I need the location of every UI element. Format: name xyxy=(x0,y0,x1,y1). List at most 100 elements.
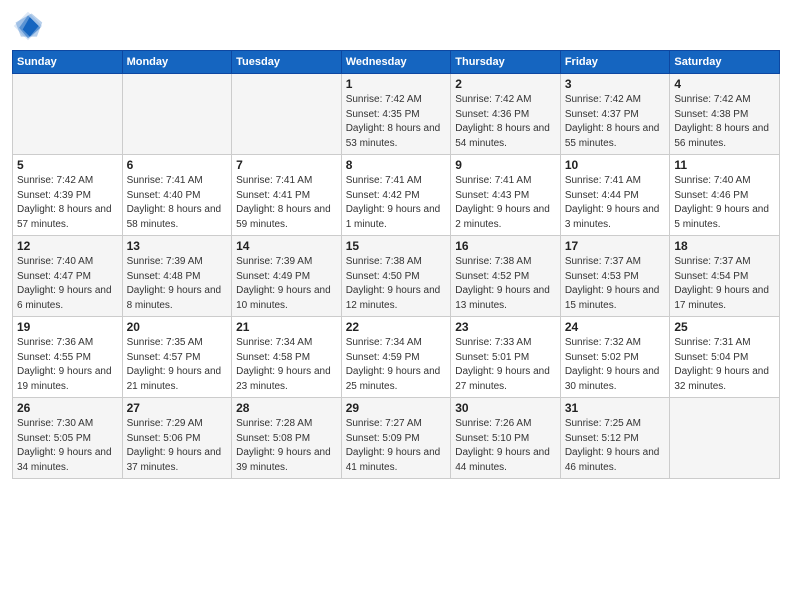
calendar-cell xyxy=(13,74,123,155)
day-number: 12 xyxy=(17,239,118,253)
weekday-header-row: SundayMondayTuesdayWednesdayThursdayFrid… xyxy=(13,51,780,74)
weekday-header-monday: Monday xyxy=(122,51,232,74)
day-info: Sunrise: 7:40 AM Sunset: 4:47 PM Dayligh… xyxy=(17,255,118,313)
weekday-header-friday: Friday xyxy=(560,51,670,74)
calendar-cell xyxy=(122,74,232,155)
calendar-table: SundayMondayTuesdayWednesdayThursdayFrid… xyxy=(12,50,780,479)
calendar-cell: 27 Sunrise: 7:29 AM Sunset: 5:06 PM Dayli… xyxy=(122,398,232,479)
calendar-cell: 25 Sunrise: 7:31 AM Sunset: 5:04 PM Dayli… xyxy=(670,317,780,398)
day-number: 15 xyxy=(346,239,447,253)
weekday-header-tuesday: Tuesday xyxy=(232,51,342,74)
calendar-cell: 14 Sunrise: 7:39 AM Sunset: 4:49 PM Dayli… xyxy=(232,236,342,317)
day-number: 24 xyxy=(565,320,666,334)
day-info: Sunrise: 7:37 AM Sunset: 4:53 PM Dayligh… xyxy=(565,255,666,313)
weekday-header-thursday: Thursday xyxy=(451,51,561,74)
weekday-header-wednesday: Wednesday xyxy=(341,51,451,74)
weekday-header-saturday: Saturday xyxy=(670,51,780,74)
calendar-week-row: 26 Sunrise: 7:30 AM Sunset: 5:05 PM Dayli… xyxy=(13,398,780,479)
day-number: 5 xyxy=(17,158,118,172)
day-info: Sunrise: 7:41 AM Sunset: 4:42 PM Dayligh… xyxy=(346,174,447,232)
day-number: 29 xyxy=(346,401,447,415)
calendar-body: 1 Sunrise: 7:42 AM Sunset: 4:35 PM Daylig… xyxy=(13,74,780,479)
calendar-cell: 28 Sunrise: 7:28 AM Sunset: 5:08 PM Dayli… xyxy=(232,398,342,479)
calendar-cell: 22Sunrise: 7:34 AM Sunset: 4:59 PM Dayli… xyxy=(341,317,451,398)
day-number: 4 xyxy=(674,77,775,91)
day-number: 3 xyxy=(565,77,666,91)
day-info: Sunrise: 7:42 AM Sunset: 4:38 PM Dayligh… xyxy=(674,93,775,151)
calendar-cell: 6Sunrise: 7:41 AM Sunset: 4:40 PM Daylig… xyxy=(122,155,232,236)
page-header xyxy=(12,10,780,42)
day-info: Sunrise: 7:41 AM Sunset: 4:41 PM Dayligh… xyxy=(236,174,337,232)
calendar-cell: 3Sunrise: 7:42 AM Sunset: 4:37 PM Daylig… xyxy=(560,74,670,155)
day-info: Sunrise: 7:34 AM Sunset: 4:59 PM Dayligh… xyxy=(346,336,447,394)
calendar-cell: 13Sunrise: 7:39 AM Sunset: 4:48 PM Dayli… xyxy=(122,236,232,317)
day-number: 17 xyxy=(565,239,666,253)
calendar-cell: 29 Sunrise: 7:27 AM Sunset: 5:09 PM Dayli… xyxy=(341,398,451,479)
calendar-cell: 11 Sunrise: 7:40 AM Sunset: 4:46 PM Dayli… xyxy=(670,155,780,236)
calendar-cell: 20Sunrise: 7:35 AM Sunset: 4:57 PM Dayli… xyxy=(122,317,232,398)
calendar-cell xyxy=(670,398,780,479)
day-number: 11 xyxy=(674,158,775,172)
day-number: 1 xyxy=(346,77,447,91)
calendar-cell: 21Sunrise: 7:34 AM Sunset: 4:58 PM Dayli… xyxy=(232,317,342,398)
day-info: Sunrise: 7:28 AM Sunset: 5:08 PM Dayligh… xyxy=(236,417,337,475)
day-info: Sunrise: 7:40 AM Sunset: 4:46 PM Dayligh… xyxy=(674,174,775,232)
day-info: Sunrise: 7:42 AM Sunset: 4:36 PM Dayligh… xyxy=(455,93,556,151)
calendar-cell: 8 Sunrise: 7:41 AM Sunset: 4:42 PM Daylig… xyxy=(341,155,451,236)
calendar-cell: 4 Sunrise: 7:42 AM Sunset: 4:38 PM Daylig… xyxy=(670,74,780,155)
calendar-cell: 15 Sunrise: 7:38 AM Sunset: 4:50 PM Dayli… xyxy=(341,236,451,317)
day-info: Sunrise: 7:30 AM Sunset: 5:05 PM Dayligh… xyxy=(17,417,118,475)
calendar-cell xyxy=(232,74,342,155)
page-container: SundayMondayTuesdayWednesdayThursdayFrid… xyxy=(0,0,792,487)
day-info: Sunrise: 7:37 AM Sunset: 4:54 PM Dayligh… xyxy=(674,255,775,313)
day-number: 10 xyxy=(565,158,666,172)
day-info: Sunrise: 7:29 AM Sunset: 5:06 PM Dayligh… xyxy=(127,417,228,475)
day-number: 27 xyxy=(127,401,228,415)
weekday-header-sunday: Sunday xyxy=(13,51,123,74)
day-info: Sunrise: 7:39 AM Sunset: 4:48 PM Dayligh… xyxy=(127,255,228,313)
calendar-week-row: 1 Sunrise: 7:42 AM Sunset: 4:35 PM Daylig… xyxy=(13,74,780,155)
day-number: 25 xyxy=(674,320,775,334)
calendar-cell: 31Sunrise: 7:25 AM Sunset: 5:12 PM Dayli… xyxy=(560,398,670,479)
calendar-cell: 9 Sunrise: 7:41 AM Sunset: 4:43 PM Daylig… xyxy=(451,155,561,236)
calendar-cell: 18Sunrise: 7:37 AM Sunset: 4:54 PM Dayli… xyxy=(670,236,780,317)
day-info: Sunrise: 7:41 AM Sunset: 4:43 PM Dayligh… xyxy=(455,174,556,232)
day-info: Sunrise: 7:38 AM Sunset: 4:52 PM Dayligh… xyxy=(455,255,556,313)
calendar-cell: 26 Sunrise: 7:30 AM Sunset: 5:05 PM Dayli… xyxy=(13,398,123,479)
day-info: Sunrise: 7:31 AM Sunset: 5:04 PM Dayligh… xyxy=(674,336,775,394)
day-number: 8 xyxy=(346,158,447,172)
calendar-cell: 2 Sunrise: 7:42 AM Sunset: 4:36 PM Daylig… xyxy=(451,74,561,155)
day-info: Sunrise: 7:38 AM Sunset: 4:50 PM Dayligh… xyxy=(346,255,447,313)
calendar-week-row: 19 Sunrise: 7:36 AM Sunset: 4:55 PM Dayli… xyxy=(13,317,780,398)
calendar-cell: 12 Sunrise: 7:40 AM Sunset: 4:47 PM Dayli… xyxy=(13,236,123,317)
day-number: 16 xyxy=(455,239,556,253)
day-info: Sunrise: 7:42 AM Sunset: 4:35 PM Dayligh… xyxy=(346,93,447,151)
day-number: 6 xyxy=(127,158,228,172)
day-info: Sunrise: 7:25 AM Sunset: 5:12 PM Dayligh… xyxy=(565,417,666,475)
day-number: 2 xyxy=(455,77,556,91)
day-info: Sunrise: 7:42 AM Sunset: 4:39 PM Dayligh… xyxy=(17,174,118,232)
logo-icon xyxy=(12,10,44,42)
day-info: Sunrise: 7:41 AM Sunset: 4:44 PM Dayligh… xyxy=(565,174,666,232)
day-info: Sunrise: 7:27 AM Sunset: 5:09 PM Dayligh… xyxy=(346,417,447,475)
day-number: 19 xyxy=(17,320,118,334)
day-number: 23 xyxy=(455,320,556,334)
day-number: 21 xyxy=(236,320,337,334)
calendar-cell: 23 Sunrise: 7:33 AM Sunset: 5:01 PM Dayli… xyxy=(451,317,561,398)
calendar-cell: 17 Sunrise: 7:37 AM Sunset: 4:53 PM Dayli… xyxy=(560,236,670,317)
calendar-cell: 24 Sunrise: 7:32 AM Sunset: 5:02 PM Dayli… xyxy=(560,317,670,398)
day-info: Sunrise: 7:36 AM Sunset: 4:55 PM Dayligh… xyxy=(17,336,118,394)
day-info: Sunrise: 7:33 AM Sunset: 5:01 PM Dayligh… xyxy=(455,336,556,394)
day-number: 7 xyxy=(236,158,337,172)
calendar-cell: 16 Sunrise: 7:38 AM Sunset: 4:52 PM Dayli… xyxy=(451,236,561,317)
day-number: 9 xyxy=(455,158,556,172)
day-number: 30 xyxy=(455,401,556,415)
day-number: 14 xyxy=(236,239,337,253)
calendar-cell: 10 Sunrise: 7:41 AM Sunset: 4:44 PM Dayli… xyxy=(560,155,670,236)
day-info: Sunrise: 7:26 AM Sunset: 5:10 PM Dayligh… xyxy=(455,417,556,475)
day-number: 26 xyxy=(17,401,118,415)
day-info: Sunrise: 7:32 AM Sunset: 5:02 PM Dayligh… xyxy=(565,336,666,394)
day-info: Sunrise: 7:39 AM Sunset: 4:49 PM Dayligh… xyxy=(236,255,337,313)
calendar-week-row: 5 Sunrise: 7:42 AM Sunset: 4:39 PM Daylig… xyxy=(13,155,780,236)
day-number: 28 xyxy=(236,401,337,415)
